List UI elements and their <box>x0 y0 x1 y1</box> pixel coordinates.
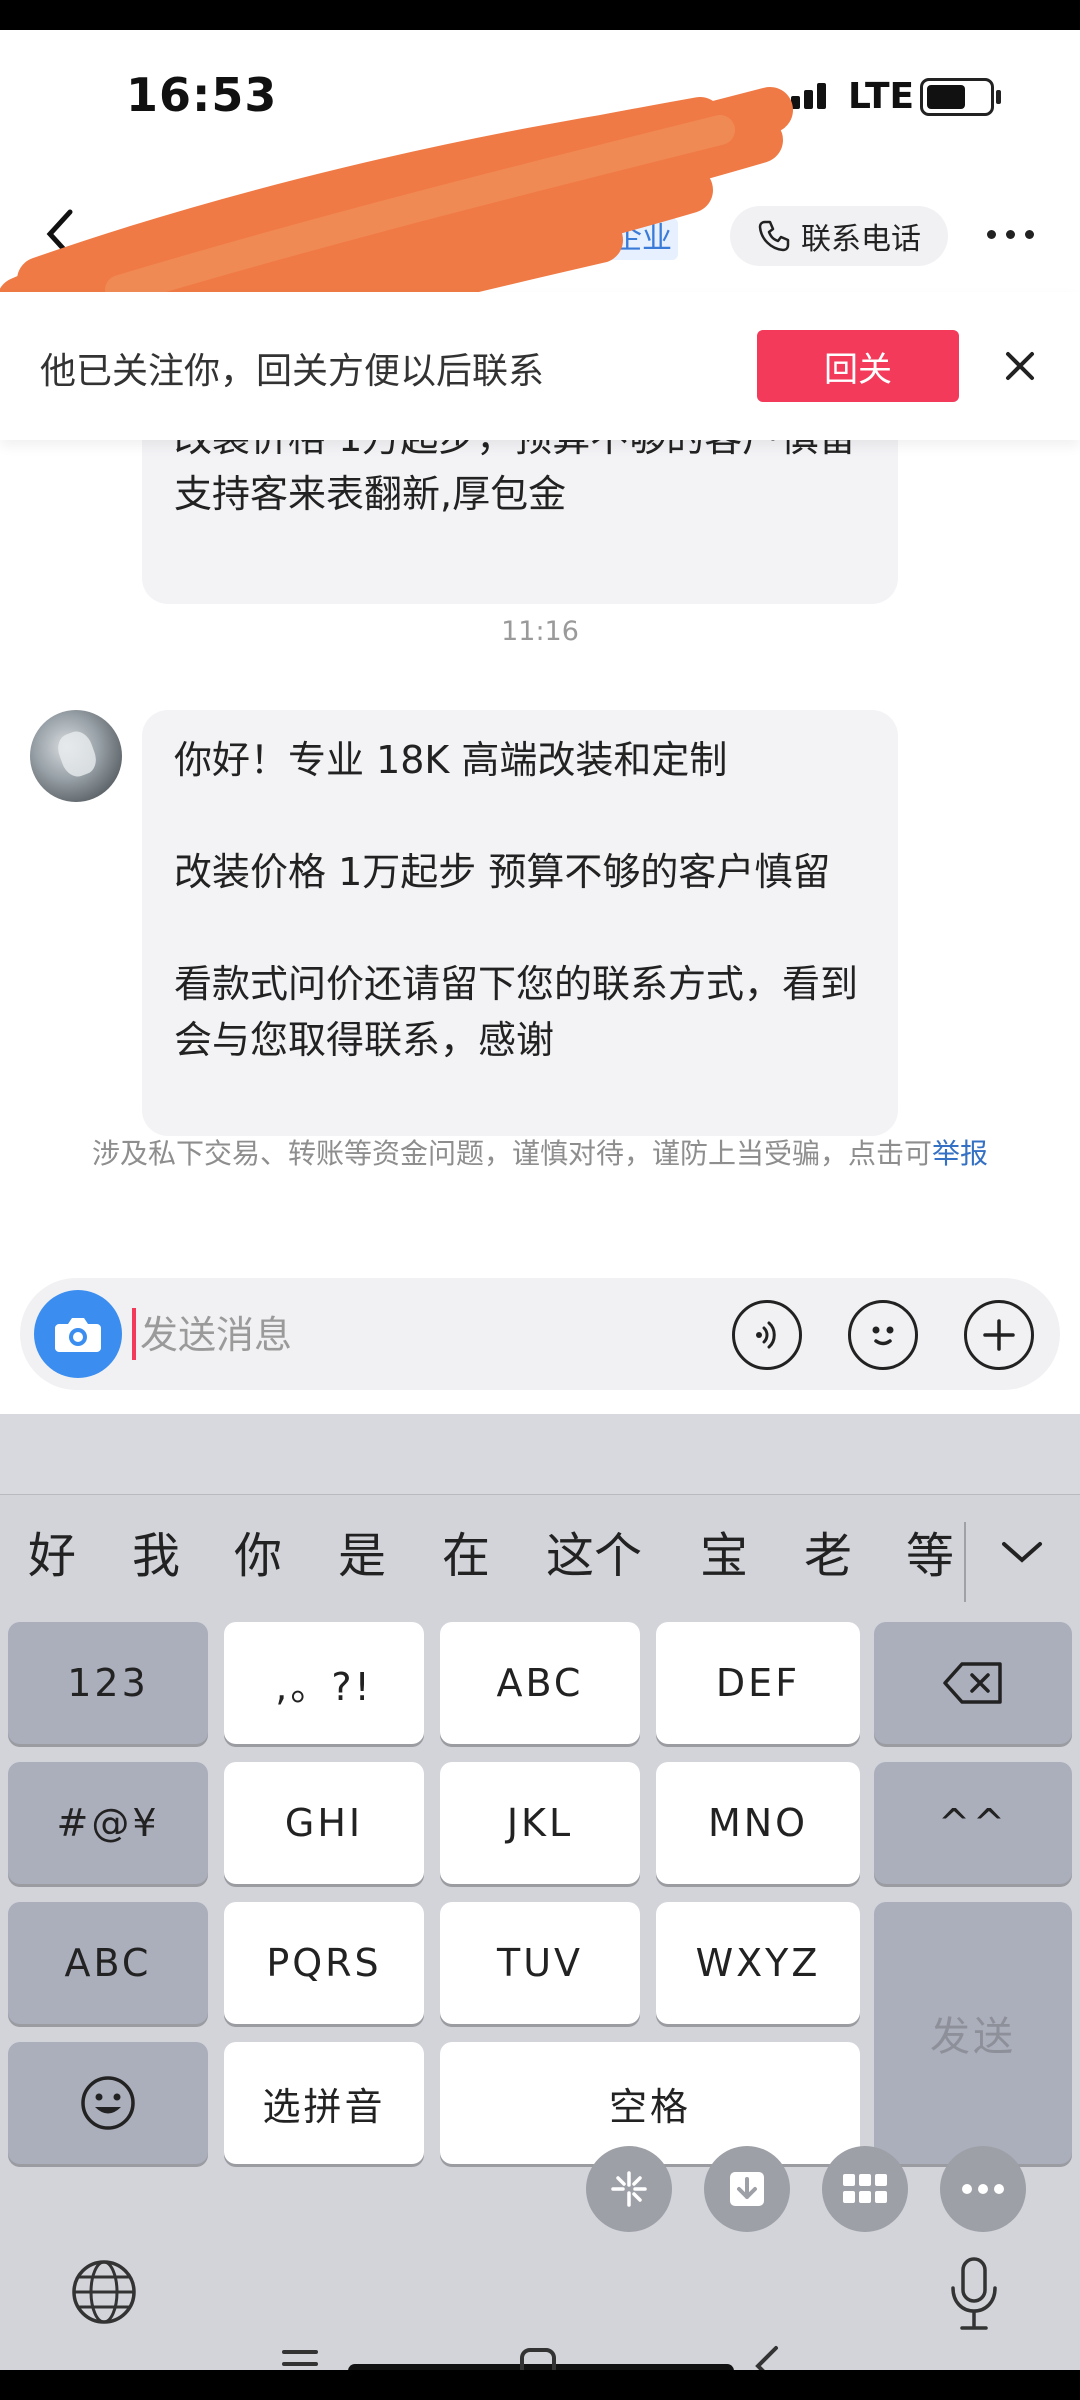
voice-message-button[interactable] <box>732 1300 802 1370</box>
message-input-bar <box>20 1278 1060 1390</box>
candidate-word[interactable]: 这个 <box>546 1516 642 1586</box>
candidate-word[interactable]: 好 <box>28 1516 76 1586</box>
phone-icon <box>758 220 790 252</box>
home-square-icon[interactable] <box>518 2346 558 2370</box>
key-abc-switch[interactable]: ABC <box>8 1902 208 2024</box>
network-type: LTE <box>848 76 915 117</box>
camera-icon <box>55 1318 101 1352</box>
backspace-icon <box>943 1662 1002 1704</box>
send-key[interactable]: 发送 <box>874 1902 1072 2164</box>
follow-back-button[interactable]: 回关 <box>757 330 959 402</box>
report-link[interactable]: 举报 <box>932 1137 988 1170</box>
follow-back-banner: 他已关注你，回关方便以后联系 回关 <box>0 292 1080 440</box>
key-def[interactable]: DEF <box>656 1622 860 1744</box>
key-ghi[interactable]: GHI <box>224 1762 424 1884</box>
key-123[interactable]: 123 <box>8 1622 208 1744</box>
chat-screen: 16:53 LTE 企业 联系电话 改装价格 1万起步，预算不够的客户慎留 支持… <box>0 30 1080 2370</box>
contact-phone-button[interactable]: 联系电话 <box>730 206 948 266</box>
camera-button[interactable] <box>34 1290 122 1378</box>
chevron-down-icon[interactable] <box>996 1532 1048 1572</box>
key-wxyz[interactable]: WXYZ <box>656 1902 860 2024</box>
message-timestamp: 11:16 <box>501 616 579 647</box>
grid-icon <box>843 2174 887 2203</box>
key-punctuation[interactable]: ,。?! <box>224 1622 424 1744</box>
key-jkl[interactable]: JKL <box>440 1762 640 1884</box>
avatar[interactable] <box>30 710 122 802</box>
scam-warning-text: 涉及私下交易、转账等资金问题，谨慎对待，谨防上当受骗，点击可 <box>91 1137 932 1170</box>
key-abc[interactable]: ABC <box>440 1622 640 1744</box>
spark-tool-button[interactable] <box>586 2146 672 2232</box>
key-tuv[interactable]: TUV <box>440 1902 640 2024</box>
voice-icon <box>756 1321 776 1349</box>
keyboard-layout-button[interactable] <box>822 2146 908 2232</box>
keyboard: 好 我 你 是 在 这个 宝 老 等 <box>0 1414 1080 2370</box>
recents-icon[interactable] <box>280 2346 320 2370</box>
add-button[interactable] <box>964 1300 1034 1370</box>
more-icon <box>962 2184 1004 2194</box>
chat-header: 企业 联系电话 <box>0 87 1080 380</box>
key-pqrs[interactable]: PQRS <box>224 1902 424 2024</box>
contact-phone-label: 联系电话 <box>801 222 921 257</box>
candidate-word[interactable]: 宝 <box>700 1516 748 1586</box>
space-key[interactable]: 空格 <box>440 2042 860 2164</box>
key-select-pinyin[interactable]: 选拼音 <box>224 2042 424 2164</box>
key-emoticon[interactable]: ^^ <box>874 1762 1072 1884</box>
candidate-divider <box>964 1522 966 1602</box>
candidate-word[interactable]: 在 <box>442 1516 490 1586</box>
backspace-key[interactable] <box>874 1622 1072 1744</box>
plus-icon <box>983 1319 1015 1351</box>
follow-back-text: 他已关注你，回关方便以后联系 <box>40 351 545 392</box>
key-mno[interactable]: MNO <box>656 1762 860 1884</box>
candidate-word[interactable]: 你 <box>234 1516 282 1586</box>
candidate-word[interactable]: 等 <box>906 1516 954 1586</box>
key-symbols[interactable]: #@¥ <box>8 1762 208 1884</box>
scam-warning: 涉及私下交易、转账等资金问题，谨慎对待，谨防上当受骗，点击可举报 <box>90 1126 990 1182</box>
message-input[interactable] <box>138 1300 722 1370</box>
emoji-button[interactable] <box>848 1300 918 1370</box>
sparkle-icon <box>611 2171 647 2207</box>
more-tools-button[interactable] <box>940 2146 1026 2232</box>
paste-tool-button[interactable] <box>704 2146 790 2232</box>
message-bubble: 你好！专业 18K 高端改装和定制 改装价格 1万起步 预算不够的客户慎留 看款… <box>142 710 898 1136</box>
emoji-icon <box>81 2076 135 2130</box>
emoji-key[interactable] <box>8 2042 208 2164</box>
emoji-icon <box>872 1326 894 1346</box>
battery-icon <box>920 78 1001 116</box>
download-icon <box>730 2172 764 2206</box>
candidate-word[interactable]: 我 <box>132 1516 180 1586</box>
candidate-word[interactable]: 老 <box>804 1516 852 1586</box>
microphone-icon[interactable] <box>946 2256 1002 2332</box>
close-icon[interactable] <box>996 342 1044 390</box>
text-caret <box>132 1308 136 1360</box>
more-icon[interactable] <box>980 214 1040 254</box>
candidate-bar: 好 我 你 是 在 这个 宝 老 等 <box>0 1498 1080 1612</box>
nav-back-icon[interactable] <box>752 2344 782 2370</box>
candidate-word[interactable]: 是 <box>338 1516 386 1586</box>
globe-icon[interactable] <box>70 2258 138 2326</box>
keyboard-toolbar <box>0 1414 1080 1495</box>
